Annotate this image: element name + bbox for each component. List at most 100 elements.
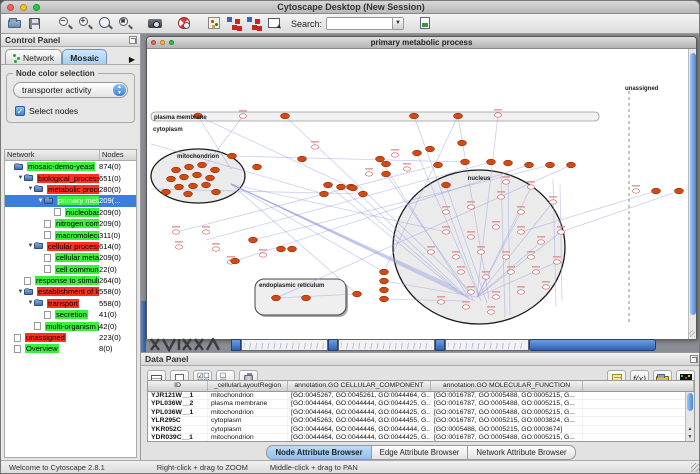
node[interactable] <box>532 270 539 274</box>
node[interactable] <box>467 205 474 209</box>
selected-node[interactable] <box>359 191 368 197</box>
tree-row[interactable]: ▼establishment of lo558(0) <box>5 286 136 297</box>
table-cell[interactable]: [GO:0044464, GO:0044444, GO:0044425, G..… <box>288 409 431 416</box>
selected-node[interactable] <box>320 191 329 197</box>
selected-node[interactable] <box>380 287 389 293</box>
save-icon[interactable] <box>27 16 43 31</box>
node[interactable] <box>467 235 474 239</box>
table-cell[interactable]: [GO:0044464, GO:0044444, GO:0044425, G..… <box>288 434 431 441</box>
selected-node[interactable] <box>180 174 189 180</box>
node[interactable] <box>239 114 246 118</box>
region-plasma-membrane[interactable] <box>151 112 599 121</box>
selected-node[interactable] <box>504 160 513 166</box>
node[interactable] <box>259 253 266 257</box>
selected-node[interactable] <box>202 182 211 188</box>
tree-row[interactable]: ▼cellular process614(0) <box>5 241 136 252</box>
table-cell[interactable] <box>583 417 694 424</box>
selected-node[interactable] <box>434 162 443 168</box>
node[interactable] <box>442 210 449 214</box>
table-row[interactable]: YKR052Ccytoplasm[GO:0044464, GO:0044446,… <box>148 426 694 434</box>
node[interactable] <box>437 300 444 304</box>
edge[interactable] <box>561 191 679 232</box>
node[interactable] <box>202 230 209 234</box>
selected-node[interactable] <box>249 237 258 243</box>
selected-node[interactable] <box>525 162 534 168</box>
selected-node[interactable] <box>175 184 184 190</box>
tree-row[interactable]: Overview8(0) <box>5 343 136 354</box>
selected-node[interactable] <box>380 269 389 275</box>
help-icon[interactable] <box>177 16 193 31</box>
table-cell[interactable] <box>583 426 694 433</box>
tree-row[interactable]: ▼biological_process651(0) <box>5 172 136 183</box>
tab-network-attribute-browser[interactable]: Network Attribute Browser <box>468 445 575 460</box>
table-row[interactable]: YJR121W__1mitochondrion[GO:0045267, GO:0… <box>148 392 694 400</box>
select-nodes-checkbox[interactable]: ✓ <box>15 106 25 116</box>
node[interactable] <box>497 195 504 199</box>
selected-node[interactable] <box>426 146 435 152</box>
table-row[interactable]: YDR039C__1mitochondrion[GO:0044464, GO:0… <box>148 434 694 442</box>
node[interactable] <box>527 185 534 189</box>
node[interactable] <box>452 255 459 259</box>
node[interactable] <box>517 230 524 234</box>
selected-node[interactable] <box>162 189 171 195</box>
table-cell[interactable]: mitochondrion <box>208 409 288 416</box>
selected-node[interactable] <box>487 159 496 165</box>
selected-node[interactable] <box>231 258 240 264</box>
col-extra[interactable] <box>583 381 694 391</box>
float-panel-icon[interactable] <box>129 36 137 44</box>
tree-expand-icon[interactable]: ▼ <box>27 300 34 306</box>
table-cell[interactable]: cytoplasm <box>208 417 288 424</box>
selected-node[interactable] <box>337 184 346 190</box>
table-cell[interactable]: [GO:0016787, GO:0005215, GO:0003824, G..… <box>431 417 583 424</box>
search-input[interactable]: ▼ <box>326 17 404 30</box>
node[interactable] <box>391 153 398 157</box>
selected-node[interactable] <box>546 162 555 168</box>
node[interactable] <box>527 255 534 259</box>
table-cell[interactable]: YPL036W__2 <box>148 400 208 407</box>
node[interactable] <box>494 113 501 117</box>
minimized-window-cap[interactable] <box>328 339 338 351</box>
selected-node[interactable] <box>228 153 237 159</box>
tree-col-network[interactable]: Network <box>5 150 100 160</box>
tree-expand-icon[interactable]: ▼ <box>17 289 24 295</box>
tree-row[interactable]: ▼primary metabo209(... <box>5 195 136 206</box>
node[interactable] <box>492 225 499 229</box>
import-table-icon[interactable] <box>418 16 434 31</box>
col-molecular-function[interactable]: annotation.GO MOLECULAR_FUNCTION <box>431 381 583 391</box>
node[interactable] <box>212 247 219 251</box>
zoom-out-icon[interactable]: − <box>57 16 73 31</box>
tab-node-attribute-browser[interactable]: Node Attribute Browser <box>266 445 371 460</box>
table-cell[interactable]: [GO:0044464, GO:0044444, GO:0044425, G..… <box>288 400 431 407</box>
layout-2-icon[interactable] <box>247 16 263 31</box>
search-dropdown-arrow-icon[interactable]: ▼ <box>392 18 403 29</box>
zoom-in-icon[interactable]: + <box>77 16 93 31</box>
node[interactable] <box>502 180 509 184</box>
minimized-window-cap[interactable] <box>435 339 445 351</box>
selected-node[interactable] <box>193 172 202 178</box>
tree-expand-icon[interactable]: ▼ <box>27 186 34 192</box>
zoom-region-icon[interactable] <box>97 16 113 31</box>
node[interactable] <box>537 240 544 244</box>
selected-node[interactable] <box>382 161 391 167</box>
network-view-icon[interactable] <box>207 16 223 31</box>
selected-node[interactable] <box>272 295 281 301</box>
node[interactable] <box>365 172 372 176</box>
tree-row[interactable]: unassigned223(0) <box>5 332 136 343</box>
minimized-window[interactable] <box>241 339 328 351</box>
node[interactable] <box>467 290 474 294</box>
tree-expand-icon[interactable]: ▼ <box>37 198 44 204</box>
tree-row[interactable]: cellular metabo209(0) <box>5 252 136 263</box>
table-cell[interactable] <box>583 392 694 399</box>
minimized-window-bar[interactable] <box>529 339 656 351</box>
table-cell[interactable] <box>583 409 694 416</box>
selected-node[interactable] <box>675 188 684 194</box>
tree-row[interactable]: secretion41(0) <box>5 309 136 320</box>
scroll-up-icon[interactable]: ▲ <box>686 426 694 432</box>
tree-expand-icon[interactable]: ▼ <box>17 175 24 181</box>
col-layout-region[interactable]: _cellularLayoutRegion <box>208 381 288 391</box>
selected-node[interactable] <box>253 164 262 170</box>
node[interactable] <box>517 210 524 214</box>
tree-row[interactable]: nitrogen compo209(0) <box>5 218 136 229</box>
table-row[interactable]: YPL036W__1mitochondrion[GO:0044464, GO:0… <box>148 409 694 417</box>
table-cell[interactable]: [GO:0016787, GO:0005488, GO:0005215, G..… <box>431 409 583 416</box>
